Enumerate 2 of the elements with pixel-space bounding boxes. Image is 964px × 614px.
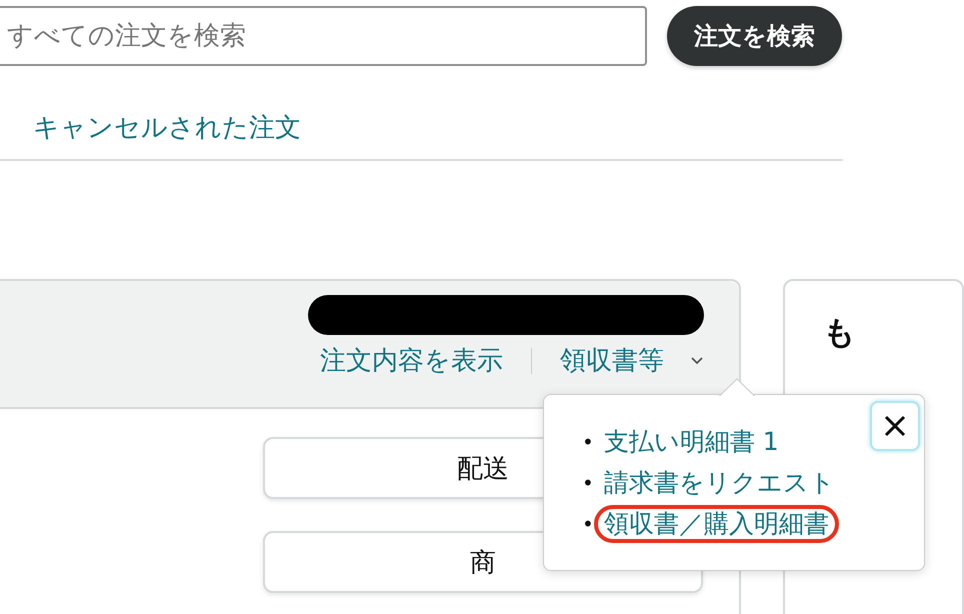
card-title: も <box>822 313 856 351</box>
bullet: • <box>582 470 594 497</box>
